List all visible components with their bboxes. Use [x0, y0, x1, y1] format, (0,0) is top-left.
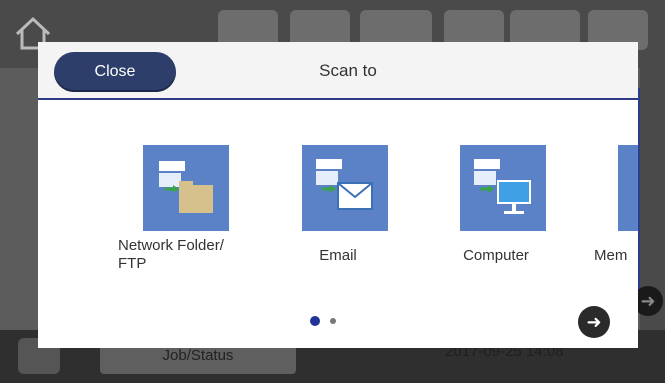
page-indicator — [310, 314, 350, 326]
scan-option-label: Network Folder/FTP — [118, 237, 224, 272]
page-dot-active — [310, 316, 320, 326]
network-folder-icon — [143, 145, 229, 231]
scan-to-dialog: Close Scan to Network Folder/FTP Email C… — [38, 42, 638, 348]
dialog-title: Scan to — [319, 61, 377, 80]
scan-option-email[interactable]: Email — [278, 102, 408, 302]
scan-destination-list: Network Folder/FTP Email Computer Mem — [38, 102, 638, 302]
scan-option-label: Email — [319, 247, 357, 264]
next-page-icon[interactable]: ➜ — [578, 306, 610, 338]
scan-option-network-folder[interactable]: Network Folder/FTP — [98, 102, 229, 302]
scan-option-label: Mem — [594, 247, 628, 264]
close-button[interactable]: Close — [54, 52, 176, 92]
scan-option-computer[interactable]: Computer — [436, 102, 566, 302]
scan-option-memory-device[interactable]: Mem — [594, 102, 638, 302]
email-icon — [302, 145, 388, 231]
scan-option-label: Computer — [463, 247, 529, 264]
page-dot-inactive — [330, 318, 336, 324]
computer-icon — [460, 145, 546, 231]
dialog-header: Close Scan to — [38, 42, 638, 100]
memory-device-icon — [618, 145, 638, 231]
